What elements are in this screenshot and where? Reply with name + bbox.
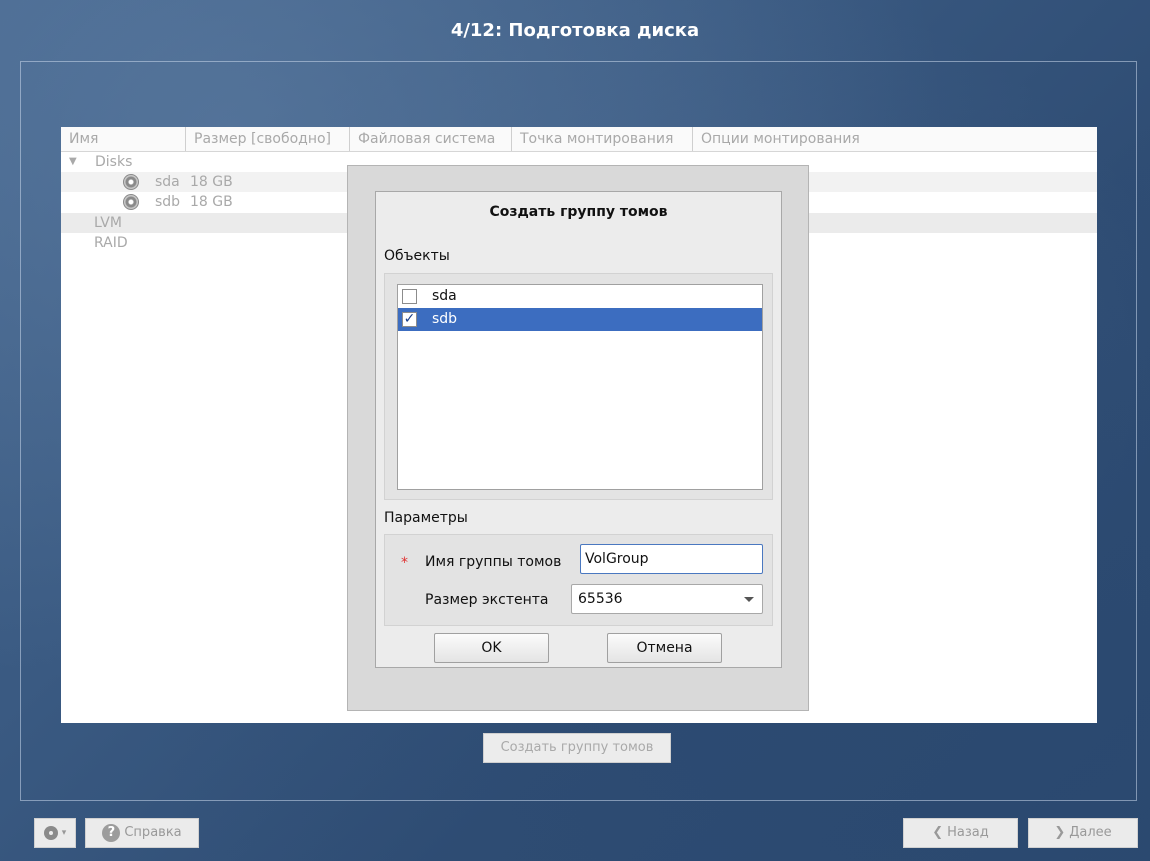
extent-size-value: 65536 — [578, 591, 623, 607]
list-item[interactable]: sda — [398, 285, 762, 308]
disk-size: 18 GB — [190, 194, 233, 210]
create-volume-group-dialog: Создать группу томов Объекты sda ✓ sdb П… — [375, 191, 782, 668]
back-label: Назад — [947, 825, 989, 840]
power-icon — [43, 826, 58, 840]
column-filesystem[interactable]: Файловая система — [350, 127, 512, 151]
checkbox[interactable]: ✓ — [402, 312, 417, 327]
disk-name: sda — [155, 174, 180, 190]
params-label: Параметры — [384, 510, 468, 526]
expand-arrow-icon[interactable]: ▼ — [69, 152, 77, 172]
cancel-button[interactable]: Отмена — [607, 633, 722, 663]
column-size[interactable]: Размер [свободно] — [186, 127, 350, 151]
create-volume-group-button[interactable]: Создать группу томов — [483, 733, 671, 763]
objects-list[interactable]: sda ✓ sdb — [397, 284, 763, 490]
list-item-label: sdb — [432, 311, 458, 327]
column-mountpoint[interactable]: Точка монтирования — [512, 127, 693, 151]
chevron-down-icon — [744, 597, 754, 602]
disk-icon — [123, 174, 139, 190]
tree-header: Имя Размер [свободно] Файловая система Т… — [61, 127, 1097, 152]
vg-name-input[interactable]: VolGroup — [580, 544, 763, 574]
help-button[interactable]: ? Справка — [85, 818, 199, 848]
required-marker: * — [401, 555, 408, 571]
objects-group: sda ✓ sdb — [384, 273, 773, 500]
extent-size-label: Размер экстента — [425, 592, 549, 608]
page-title: 4/12: Подготовка диска — [450, 20, 700, 41]
params-group: * Имя группы томов VolGroup Размер эксте… — [384, 534, 773, 626]
list-item[interactable]: ✓ sdb — [398, 308, 762, 331]
checkbox[interactable] — [402, 289, 417, 304]
help-icon: ? — [102, 824, 121, 842]
tree-group-label: RAID — [94, 235, 128, 251]
list-item-label: sda — [432, 288, 457, 304]
help-label: Справка — [124, 825, 182, 840]
disk-size: 18 GB — [190, 174, 233, 190]
ok-button[interactable]: OK — [434, 633, 549, 663]
dialog-title: Создать группу томов — [489, 204, 668, 220]
vg-name-label: Имя группы томов — [425, 554, 562, 570]
tree-group-label: Disks — [95, 154, 133, 170]
extent-size-select[interactable]: 65536 — [571, 584, 763, 614]
disk-name: sdb — [155, 194, 181, 210]
chevron-down-icon: ▾ — [61, 828, 67, 838]
next-arrow-icon: ❯ — [1054, 825, 1066, 840]
next-button[interactable]: ❯ Далее — [1028, 818, 1138, 848]
power-menu-button[interactable]: ▾ — [34, 818, 76, 848]
back-arrow-icon: ❮ — [932, 825, 944, 840]
column-mount-options[interactable]: Опции монтирования — [693, 127, 883, 151]
disk-icon — [123, 194, 139, 210]
back-button[interactable]: ❮ Назад — [903, 818, 1018, 848]
column-name[interactable]: Имя — [61, 127, 186, 151]
tree-group-label: LVM — [94, 215, 122, 231]
objects-label: Объекты — [384, 248, 450, 264]
next-label: Далее — [1069, 825, 1112, 840]
